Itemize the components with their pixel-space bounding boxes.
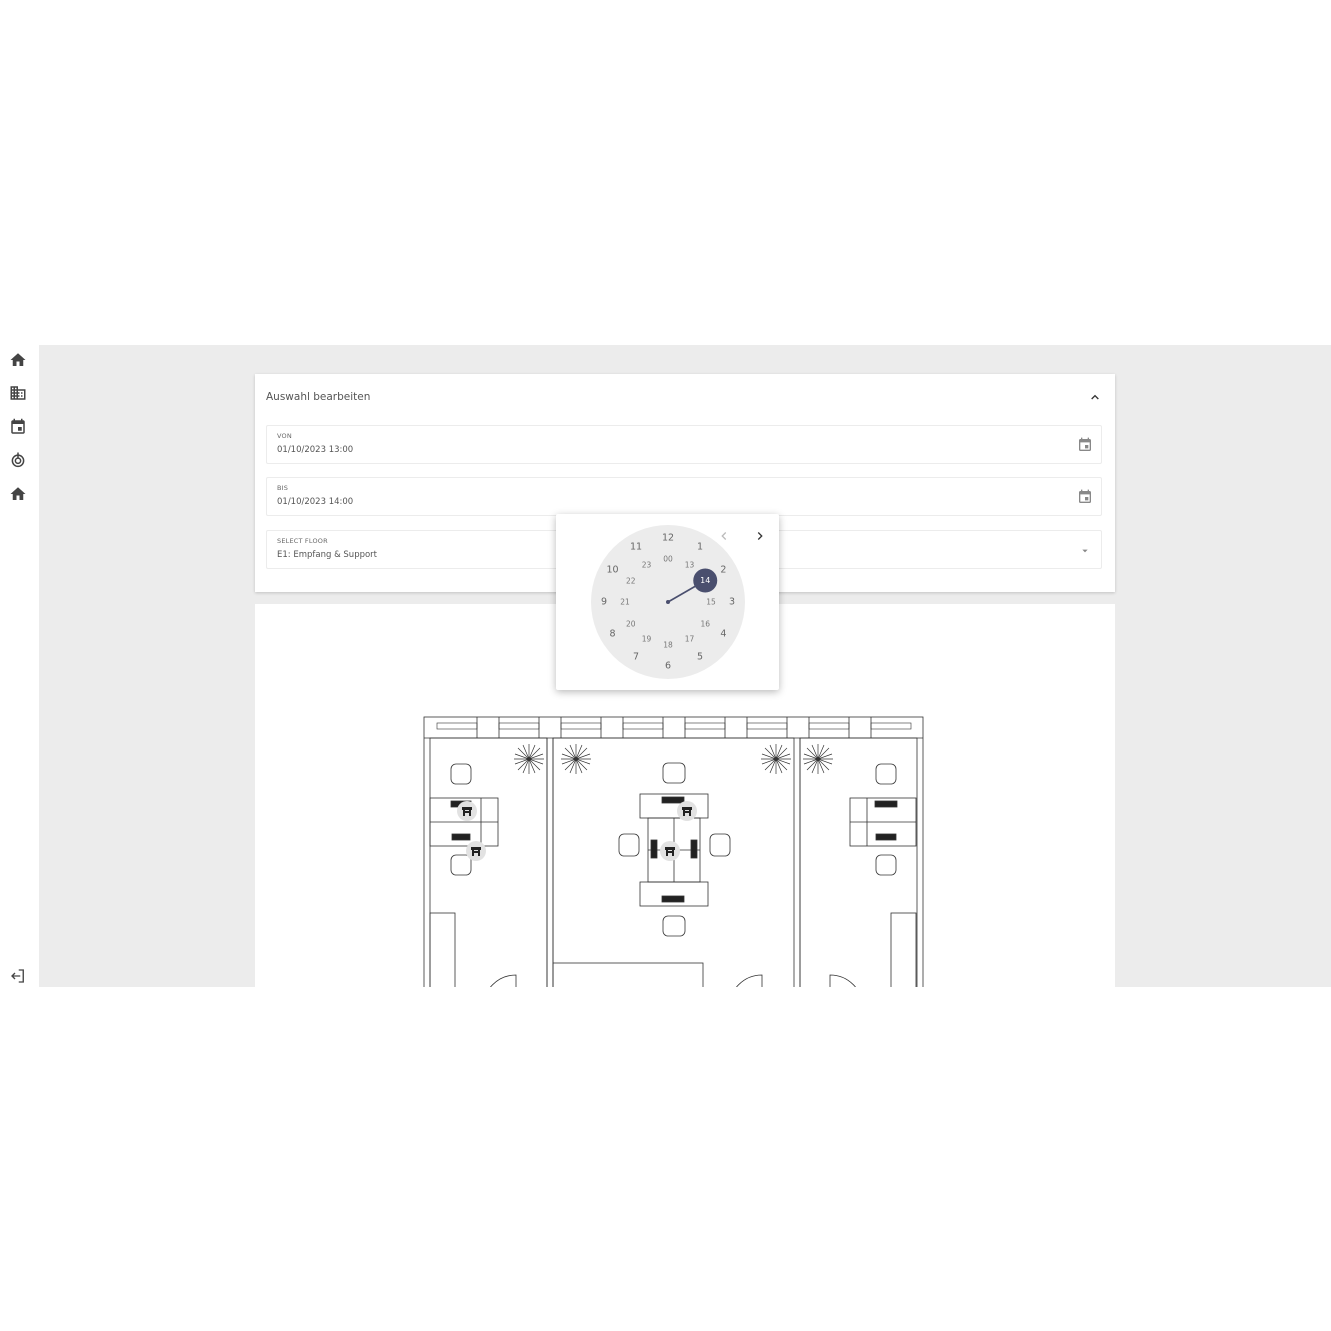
clock-number-14[interactable]: 14 — [700, 576, 710, 585]
prev-button[interactable] — [717, 529, 731, 543]
time-picker-popup: 12 1 2 3 4 5 6 7 8 9 10 11 00 13 14 15 16 17 18 19 20 21 22 23 — [556, 514, 779, 690]
logout-icon — [11, 969, 24, 983]
clock-number-3[interactable]: 3 — [729, 597, 735, 607]
chair-icon[interactable] — [456, 800, 478, 822]
sidebar-item-home[interactable] — [9, 351, 27, 369]
calendar-icon — [1079, 437, 1091, 451]
clock-number-11[interactable]: 11 — [630, 542, 642, 552]
chevron-right-icon — [757, 532, 763, 540]
sidebar-item-calendar[interactable] — [9, 418, 27, 436]
caret-down-icon — [1082, 549, 1088, 553]
floor-select-label: SELECT FLOOR — [277, 537, 328, 545]
calendar-icon — [11, 418, 25, 434]
clock-number-22[interactable]: 22 — [626, 577, 636, 585]
chair-icon[interactable] — [465, 840, 487, 862]
calendar-icon — [1079, 489, 1091, 503]
sidebar-item-power[interactable] — [9, 451, 27, 469]
clock-number-5[interactable]: 5 — [697, 653, 703, 663]
sidebar-item-buildings[interactable] — [9, 384, 27, 402]
to-calendar-button[interactable] — [1077, 489, 1093, 505]
clock-number-10[interactable]: 10 — [607, 565, 619, 575]
from-field-value: 01/10/2023 13:00 — [277, 445, 354, 455]
clock-number-7[interactable]: 7 — [633, 653, 639, 663]
chair-icon[interactable] — [659, 840, 681, 862]
clock-number-2[interactable]: 2 — [720, 565, 726, 575]
clock-number-15[interactable]: 15 — [706, 598, 716, 606]
clock-number-8[interactable]: 8 — [610, 629, 616, 639]
chair-icon[interactable] — [676, 800, 698, 822]
building-icon — [10, 386, 26, 400]
from-field-label: VON — [277, 432, 292, 440]
clock-number-21[interactable]: 21 — [620, 598, 630, 606]
next-button[interactable] — [753, 529, 767, 543]
clock-number-1[interactable]: 1 — [697, 542, 703, 552]
clock-number-6[interactable]: 6 — [665, 661, 671, 671]
from-datetime-field[interactable]: VON 01/10/2023 13:00 — [266, 425, 1102, 464]
sidebar — [0, 345, 39, 987]
clock-face[interactable]: 12 1 2 3 4 5 6 7 8 9 10 11 00 13 14 15 16 17 18 19 20 21 22 23 — [591, 525, 745, 679]
clock-number-00[interactable]: 00 — [663, 555, 673, 563]
sidebar-item-home-2[interactable] — [9, 485, 27, 503]
clock-number-9[interactable]: 9 — [601, 597, 607, 607]
from-calendar-button[interactable] — [1077, 437, 1093, 453]
clock-hand — [666, 568, 718, 604]
chevron-left-icon — [721, 532, 727, 540]
home-icon — [10, 353, 26, 366]
panel-title: Auswahl bearbeiten — [266, 391, 371, 403]
clock-number-4[interactable]: 4 — [720, 629, 726, 639]
clock-number-17[interactable]: 17 — [685, 635, 695, 643]
clock-number-12[interactable]: 12 — [662, 533, 674, 543]
collapse-button[interactable] — [1087, 389, 1103, 405]
to-field-label: BIS — [277, 484, 289, 492]
clock-number-18[interactable]: 18 — [663, 641, 673, 649]
power-icon — [11, 452, 25, 468]
floor-dropdown-button[interactable] — [1077, 543, 1093, 559]
clock-number-19[interactable]: 19 — [642, 635, 652, 643]
clock-number-23[interactable]: 23 — [642, 561, 652, 569]
floor-select-value: E1: Empfang & Support — [277, 550, 378, 560]
chevron-up-icon — [1091, 394, 1099, 400]
clock-number-16[interactable]: 16 — [700, 620, 710, 628]
to-field-value: 01/10/2023 14:00 — [277, 497, 354, 507]
home-icon — [10, 487, 26, 500]
to-datetime-field[interactable]: BIS 01/10/2023 14:00 — [266, 477, 1102, 516]
clock-number-13[interactable]: 13 — [685, 561, 695, 569]
logout-button[interactable] — [9, 967, 27, 985]
clock-number-20[interactable]: 20 — [626, 620, 636, 628]
